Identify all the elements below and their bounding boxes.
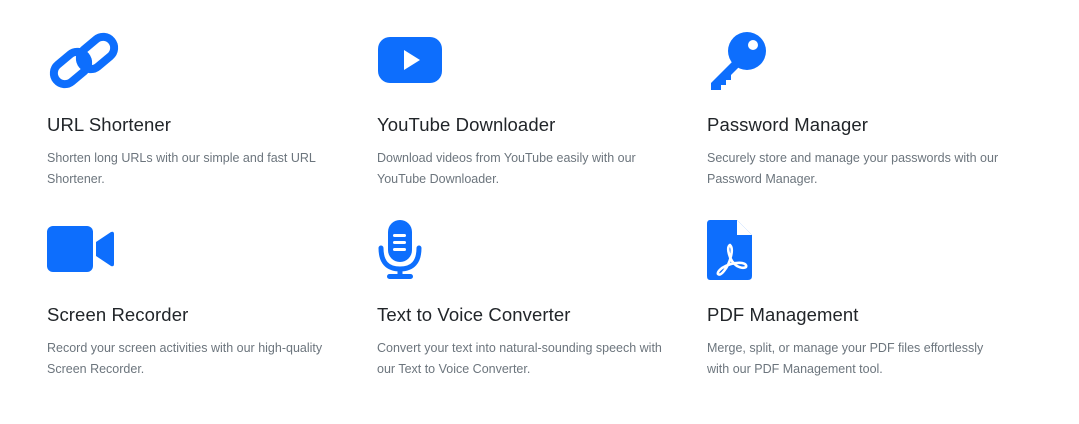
tool-description: Shorten long URLs with our simple and fa… — [47, 151, 316, 186]
youtube-play-icon — [378, 37, 442, 83]
video-camera-icon — [47, 226, 114, 272]
tool-card-screen-recorder[interactable]: Screen Recorder Record your screen activ… — [47, 220, 347, 390]
tool-description: Convert your text into natural-sounding … — [377, 341, 662, 376]
tool-title: YouTube Downloader — [377, 114, 556, 135]
tool-title: PDF Management — [707, 304, 859, 325]
tool-description: Download videos from YouTube easily with… — [377, 151, 636, 186]
tool-description: Merge, split, or manage your PDF files e… — [707, 341, 984, 376]
tool-card-youtube-downloader[interactable]: YouTube Downloader Download videos from … — [377, 30, 677, 200]
tool-card-url-shortener[interactable]: URL Shortener Shorten long URLs with our… — [47, 30, 347, 200]
tool-card-pdf-management[interactable]: PDF Management Merge, split, or manage y… — [707, 220, 1007, 390]
microphone-icon — [378, 220, 422, 279]
tool-description: Securely store and manage your passwords… — [707, 151, 999, 186]
tool-card-password-manager[interactable]: Password Manager Securely store and mana… — [707, 30, 1007, 200]
key-icon — [711, 32, 766, 90]
tool-card-text-to-voice[interactable]: Text to Voice Converter Convert your tex… — [377, 220, 677, 390]
pdf-file-icon — [707, 220, 752, 280]
link-icon — [49, 32, 119, 89]
tool-title: Password Manager — [707, 114, 868, 135]
tool-title: Screen Recorder — [47, 304, 189, 325]
tool-description: Record your screen activities with our h… — [47, 341, 323, 376]
tool-title: Text to Voice Converter — [377, 304, 571, 325]
tool-title: URL Shortener — [47, 114, 172, 135]
